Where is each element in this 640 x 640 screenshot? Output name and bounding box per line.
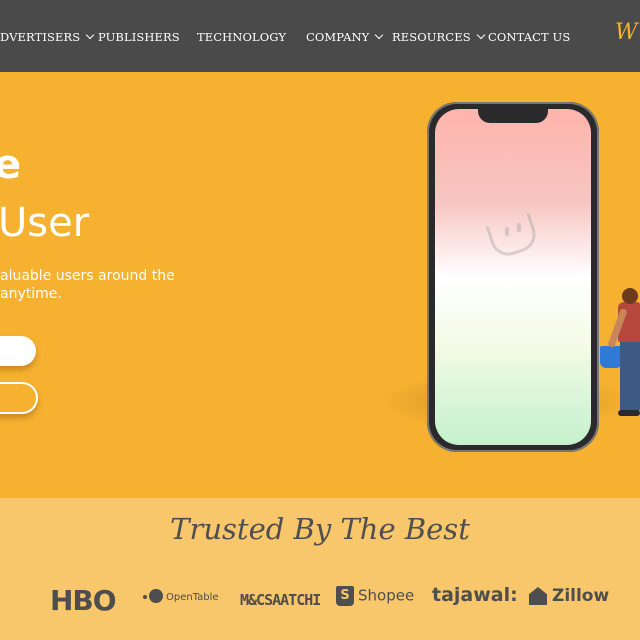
nav-resources-label: RESOURCES [392, 30, 471, 44]
trusted-by-section: Trusted By The Best HBO OpenTable M&CSAA… [0, 498, 640, 640]
primary-cta-button[interactable] [0, 336, 36, 366]
site-logo[interactable]: W [615, 20, 638, 45]
person-legs [620, 341, 640, 411]
watermark-dot [517, 223, 521, 232]
nav-resources[interactable]: RESOURCES [392, 30, 485, 44]
brand-shopee-label: Shopee [358, 586, 415, 605]
nav-contact-us-label: CONTACT US [488, 30, 571, 44]
nav-advertisers[interactable]: DVERTISERS [0, 30, 95, 44]
nav-company-label: COMPANY [306, 30, 370, 44]
nav-publishers-label: PUBLISHERS [98, 30, 180, 44]
top-navigation: DVERTISERS PUBLISHERS TECHNOLOGY COMPANY… [0, 0, 640, 72]
hero-subtext-line1: aluable users around the [0, 268, 175, 284]
hero-heading-line1: e [0, 142, 22, 188]
hero-heading-line2: User [0, 200, 90, 246]
trusted-title: Trusted By The Best [170, 512, 470, 546]
nav-technology-label: TECHNOLOGY [197, 30, 287, 44]
opentable-dot-icon [149, 589, 163, 603]
bucket-icon [600, 346, 622, 368]
hero-subtext: aluable users around the anytime. [0, 267, 175, 303]
hero-subtext-line2: anytime. [0, 286, 62, 302]
chevron-down-icon [476, 30, 485, 40]
hero-section: e User aluable users around the anytime. [0, 72, 640, 498]
secondary-cta-button[interactable] [0, 382, 38, 414]
person-head [622, 288, 638, 304]
nav-contact-us[interactable]: CONTACT US [488, 30, 570, 44]
brand-logo-zillow: Zillow [529, 586, 609, 606]
phone-illustration [427, 102, 599, 452]
nav-company[interactable]: COMPANY [306, 30, 384, 44]
brand-opentable-label: OpenTable [166, 592, 219, 603]
nav-publishers[interactable]: PUBLISHERS [98, 30, 180, 44]
person-shoe [618, 410, 640, 416]
brand-zillow-label: Zillow [552, 586, 610, 606]
nav-advertisers-label: DVERTISERS [0, 30, 81, 44]
shopee-bag-icon: S [336, 586, 354, 606]
chevron-down-icon [85, 30, 95, 40]
person-with-bucket-illustration [600, 286, 640, 426]
phone-notch [478, 109, 548, 123]
zillow-house-icon [529, 587, 547, 605]
brand-logo-opentable: OpenTable [143, 589, 219, 604]
brand-logo-mcsaatchi: M&CSAATCHI [240, 591, 321, 609]
chevron-down-icon [375, 30, 384, 40]
opentable-small-dot-icon [143, 595, 147, 599]
phone-screen [435, 109, 591, 445]
brand-logo-shopee: S Shopee [336, 586, 414, 606]
brand-logo-tajawal: tajawal: [432, 584, 518, 606]
brand-logo-hbo: HBO [50, 584, 117, 617]
logo-watermark-icon [485, 212, 541, 261]
nav-technology[interactable]: TECHNOLOGY [197, 30, 286, 44]
watermark-dot [505, 227, 509, 236]
